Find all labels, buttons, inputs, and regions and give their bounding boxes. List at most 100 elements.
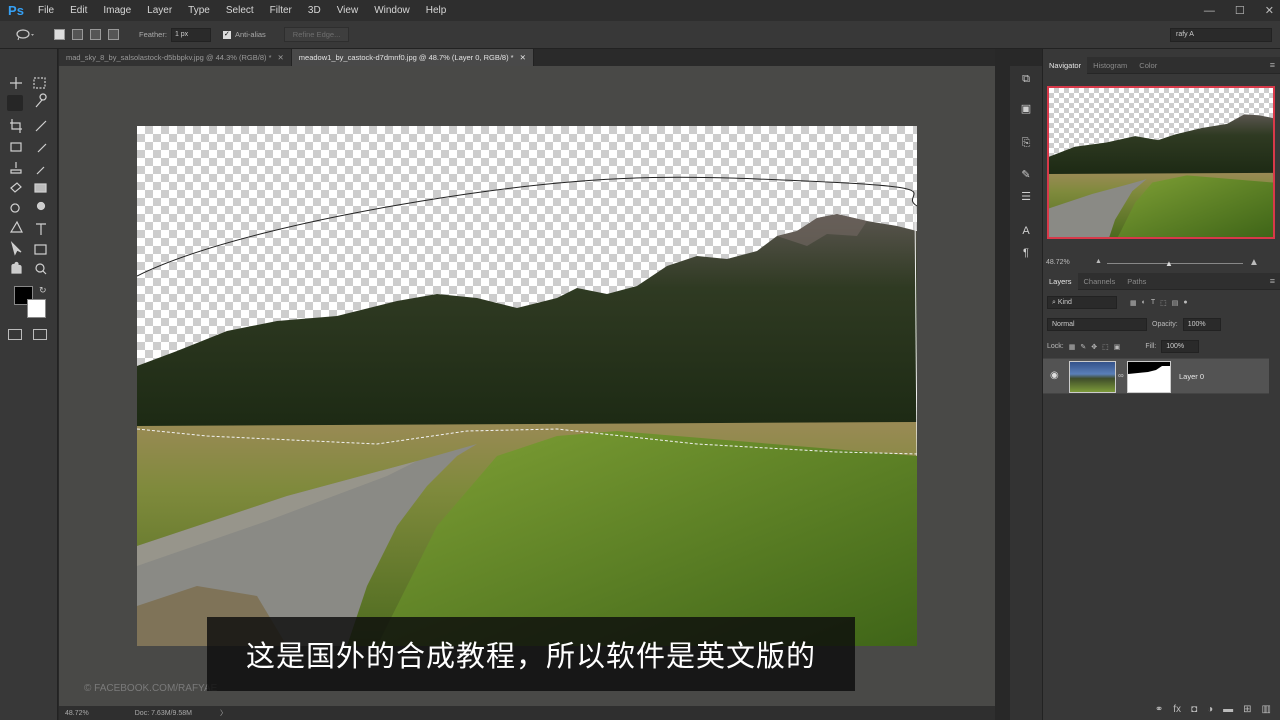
adjustments-icon[interactable]: ☰ [1019, 190, 1033, 204]
zoom-out-icon[interactable]: ▲ [1095, 258, 1102, 265]
history-panel-icon[interactable]: ⧉ [1019, 72, 1033, 86]
fill-field[interactable]: 100% [1161, 340, 1200, 353]
fx-icon[interactable]: fx [1173, 704, 1181, 715]
tab-layers[interactable]: Layers [1043, 272, 1078, 290]
options-bar: Feather: 1 px ✓ Anti-alias Refine Edge..… [0, 21, 1280, 49]
layer-mask-thumbnail[interactable] [1127, 361, 1171, 393]
new-layer-icon[interactable]: ⊞ [1243, 704, 1251, 715]
navigator-thumbnail[interactable] [1047, 86, 1275, 239]
filter-kind-label: Kind [1057, 299, 1072, 306]
filter-kind-select[interactable]: ⌕ Kind [1047, 296, 1117, 309]
lasso-preset-icon[interactable] [16, 28, 36, 41]
intersect-selection-icon[interactable] [108, 29, 119, 40]
layer-name[interactable]: Layer 0 [1179, 372, 1204, 381]
menu-file[interactable]: File [30, 0, 62, 21]
panel-menu-icon[interactable]: ≡ [1270, 60, 1280, 70]
add-mask-icon[interactable]: ◘ [1191, 704, 1197, 715]
pixel-filter-icon[interactable]: ▦ [1130, 299, 1137, 307]
tab-navigator[interactable]: Navigator [1043, 56, 1088, 74]
blend-mode-select[interactable]: Normal [1047, 318, 1147, 331]
smartobject-filter-icon[interactable]: ▤ [1172, 299, 1179, 307]
zoom-slider-track[interactable] [1107, 263, 1243, 264]
panel-menu-icon[interactable]: ≡ [1270, 276, 1280, 286]
adjustment-filter-icon[interactable]: ◐ [1142, 299, 1146, 306]
layer-row[interactable]: ◉ ∞ Layer 0 [1043, 358, 1269, 394]
menu-help[interactable]: Help [418, 0, 455, 21]
tab-mad-sky[interactable]: mad_sky_8_by_salsolastock-d5bbpkv.jpg @ … [59, 49, 292, 66]
tab-color[interactable]: Color [1133, 57, 1163, 74]
tab-paths[interactable]: Paths [1121, 273, 1152, 290]
window-controls: — ☐ ✕ [1204, 0, 1274, 21]
subtract-selection-icon[interactable] [90, 29, 101, 40]
character-panel-icon[interactable]: A [1019, 224, 1033, 238]
lock-artboard-icon[interactable]: ⬚ [1102, 343, 1109, 351]
zoom-slider-handle[interactable]: ▲ [1165, 259, 1173, 268]
clone-source-icon[interactable]: ⎘ [1019, 136, 1033, 150]
trash-icon[interactable]: ▥ [1262, 704, 1271, 715]
status-menu-arrow-icon[interactable]: 〉 [220, 708, 227, 718]
antialias-label: Anti-alias [234, 30, 266, 39]
close-window-button[interactable]: ✕ [1265, 4, 1274, 17]
link-icon[interactable]: ∞ [1118, 371, 1124, 380]
menu-image[interactable]: Image [95, 0, 139, 21]
lasso-tool[interactable] [7, 95, 23, 111]
menu-type[interactable]: Type [180, 0, 218, 21]
link-layers-icon[interactable]: ⚭ [1155, 704, 1163, 715]
background-color-swatch[interactable] [27, 299, 46, 318]
tab-histogram[interactable]: Histogram [1087, 57, 1133, 74]
lock-label: Lock: [1047, 343, 1064, 350]
close-icon[interactable]: ✕ [520, 53, 526, 62]
paragraph-panel-icon[interactable]: ¶ [1019, 246, 1033, 260]
swap-colors-icon[interactable]: ↻ [39, 285, 47, 296]
status-doc-size: Doc: 7.63M/9.58M [134, 709, 192, 717]
tab-label: meadow1_by_castock-d7dmnf0.jpg @ 48.7% (… [298, 53, 514, 62]
screen-mode-icon[interactable] [33, 329, 47, 340]
menu-edit[interactable]: Edit [62, 0, 95, 21]
quick-mask-icon[interactable] [8, 329, 22, 340]
lock-transparent-icon[interactable]: ▦ [1069, 343, 1076, 351]
group-icon[interactable]: ▬ [1223, 704, 1233, 715]
blend-opacity-row: Normal Opacity: 100% [1047, 317, 1277, 332]
maximize-button[interactable]: ☐ [1235, 4, 1245, 17]
lock-all-icon[interactable]: ▣ [1114, 343, 1121, 351]
tab-channels[interactable]: Channels [1078, 273, 1122, 290]
new-selection-icon[interactable] [54, 29, 65, 40]
photoshop-logo-icon: Ps [8, 3, 24, 18]
workspace-select[interactable]: rafy A [1170, 28, 1272, 42]
minimize-button[interactable]: — [1204, 5, 1215, 17]
lock-position-icon[interactable]: ✥ [1091, 343, 1097, 351]
shape-filter-icon[interactable]: ⬚ [1160, 299, 1167, 307]
menu-layer[interactable]: Layer [139, 0, 180, 21]
opacity-field[interactable]: 100% [1182, 318, 1221, 331]
add-selection-icon[interactable] [72, 29, 83, 40]
navigator-tabs: Navigator Histogram Color ≡ [1043, 56, 1280, 74]
lock-fill-row: Lock: ▦ ✎ ✥ ⬚ ▣ Fill: 100% [1047, 339, 1277, 354]
menu-filter[interactable]: Filter [262, 0, 300, 21]
layers-tabs: Layers Channels Paths ≡ [1043, 272, 1280, 290]
opacity-label: Opacity: [1152, 321, 1178, 328]
document-canvas[interactable] [137, 126, 917, 646]
actions-panel-icon[interactable]: ▣ [1019, 102, 1033, 116]
menu-select[interactable]: Select [218, 0, 262, 21]
brush-presets-icon[interactable]: ✎ [1019, 168, 1033, 182]
menu-bar: Ps File Edit Image Layer Type Select Fil… [0, 0, 1280, 21]
navigator-zoom-value[interactable]: 48.72% [1046, 259, 1070, 266]
adjustment-layer-icon[interactable]: ◑ [1207, 704, 1213, 715]
antialias-checkbox[interactable]: ✓ [222, 30, 231, 39]
zoom-in-icon[interactable]: ▲ [1249, 257, 1259, 268]
eye-icon[interactable]: ◉ [1050, 370, 1059, 381]
filter-toggle-icon[interactable]: ● [1183, 299, 1187, 306]
feather-field[interactable]: 1 px [170, 27, 211, 42]
refine-edge-button[interactable]: Refine Edge... [283, 27, 350, 42]
tab-meadow[interactable]: meadow1_by_castock-d7dmnf0.jpg @ 48.7% (… [291, 49, 534, 66]
menu-view[interactable]: View [329, 0, 367, 21]
menu-3d[interactable]: 3D [300, 0, 329, 21]
menu-window[interactable]: Window [366, 0, 418, 21]
status-zoom[interactable]: 48.72% [65, 710, 89, 717]
type-filter-icon[interactable]: T [1151, 299, 1155, 306]
close-icon[interactable]: ✕ [278, 53, 284, 62]
navigator-preview-image [1049, 114, 1273, 237]
panel-icon-strip: ⧉ ▣ ⎘ ✎ ☰ A ¶ [1010, 66, 1042, 720]
lock-pixels-icon[interactable]: ✎ [1080, 343, 1086, 351]
layer-thumbnail[interactable] [1069, 361, 1116, 393]
